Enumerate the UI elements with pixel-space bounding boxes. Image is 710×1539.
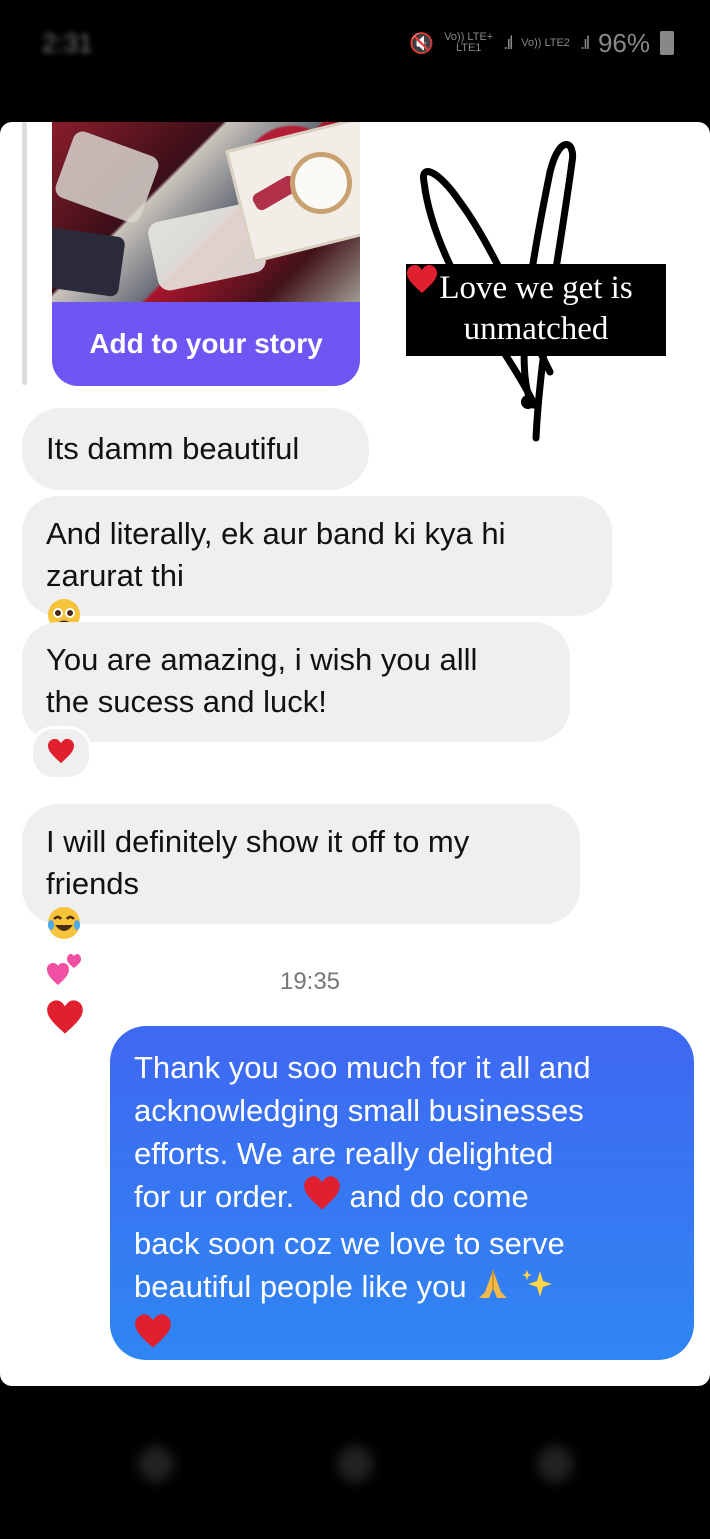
- heart-icon: [47, 738, 75, 769]
- signal-icon-2: .ıl: [579, 32, 590, 53]
- add-to-story-button[interactable]: Add to your story: [52, 302, 360, 386]
- status-bar: 2:31 🔇 Vo)) LTE+ LTE1 .ıl Vo)) LTE2 .ıl …: [0, 0, 710, 90]
- shared-story-preview[interactable]: Add to your story: [52, 122, 360, 386]
- status-time: 2:31: [42, 28, 93, 58]
- folded-hands-icon: [475, 1266, 511, 1313]
- product-photo: [52, 122, 360, 302]
- message-bubble-4[interactable]: I will definitely show it off to my frie…: [22, 804, 580, 1034]
- message-bubble-3[interactable]: You are amazing, i wish you alll the suc…: [22, 622, 570, 742]
- message-reaction[interactable]: [30, 726, 92, 780]
- heart-icon: [303, 1175, 341, 1222]
- sent-message-bubble[interactable]: Thank you soo much for it all and acknow…: [110, 1026, 694, 1360]
- laughing-tears-icon: [46, 905, 556, 952]
- text-sticker: Love we get is unmatched: [400, 132, 690, 452]
- status-icons: 🔇 Vo)) LTE+ LTE1 .ıl Vo)) LTE2 .ıl 96%: [409, 26, 674, 60]
- battery-percent: 96%: [597, 27, 650, 58]
- story-screenshot-card: Add to your story Love we get is unmatch…: [0, 122, 710, 1386]
- mute-icon: 🔇: [409, 32, 435, 55]
- navigation-bar: [0, 1386, 710, 1539]
- network-indicator-2: Vo)) LTE2: [521, 36, 570, 49]
- battery-icon: [660, 31, 674, 55]
- signal-icon: .ıl: [503, 32, 513, 53]
- message-bubble-1[interactable]: Its damm beautiful: [22, 408, 369, 490]
- sticker-caption: Love we get is unmatched: [406, 264, 666, 356]
- recent-apps-button[interactable]: [138, 1446, 174, 1482]
- heart-icon: [134, 1313, 172, 1360]
- back-button[interactable]: [537, 1446, 573, 1482]
- network-indicator-1: Vo)) LTE+ LTE1: [444, 31, 494, 54]
- message-timestamp: 19:35: [279, 968, 341, 995]
- message-bubble-2[interactable]: And literally, ek aur band ki kya hi zar…: [22, 496, 612, 679]
- sparkles-icon: [520, 1267, 554, 1312]
- home-button[interactable]: [337, 1446, 373, 1482]
- reply-thread-line: [22, 122, 27, 385]
